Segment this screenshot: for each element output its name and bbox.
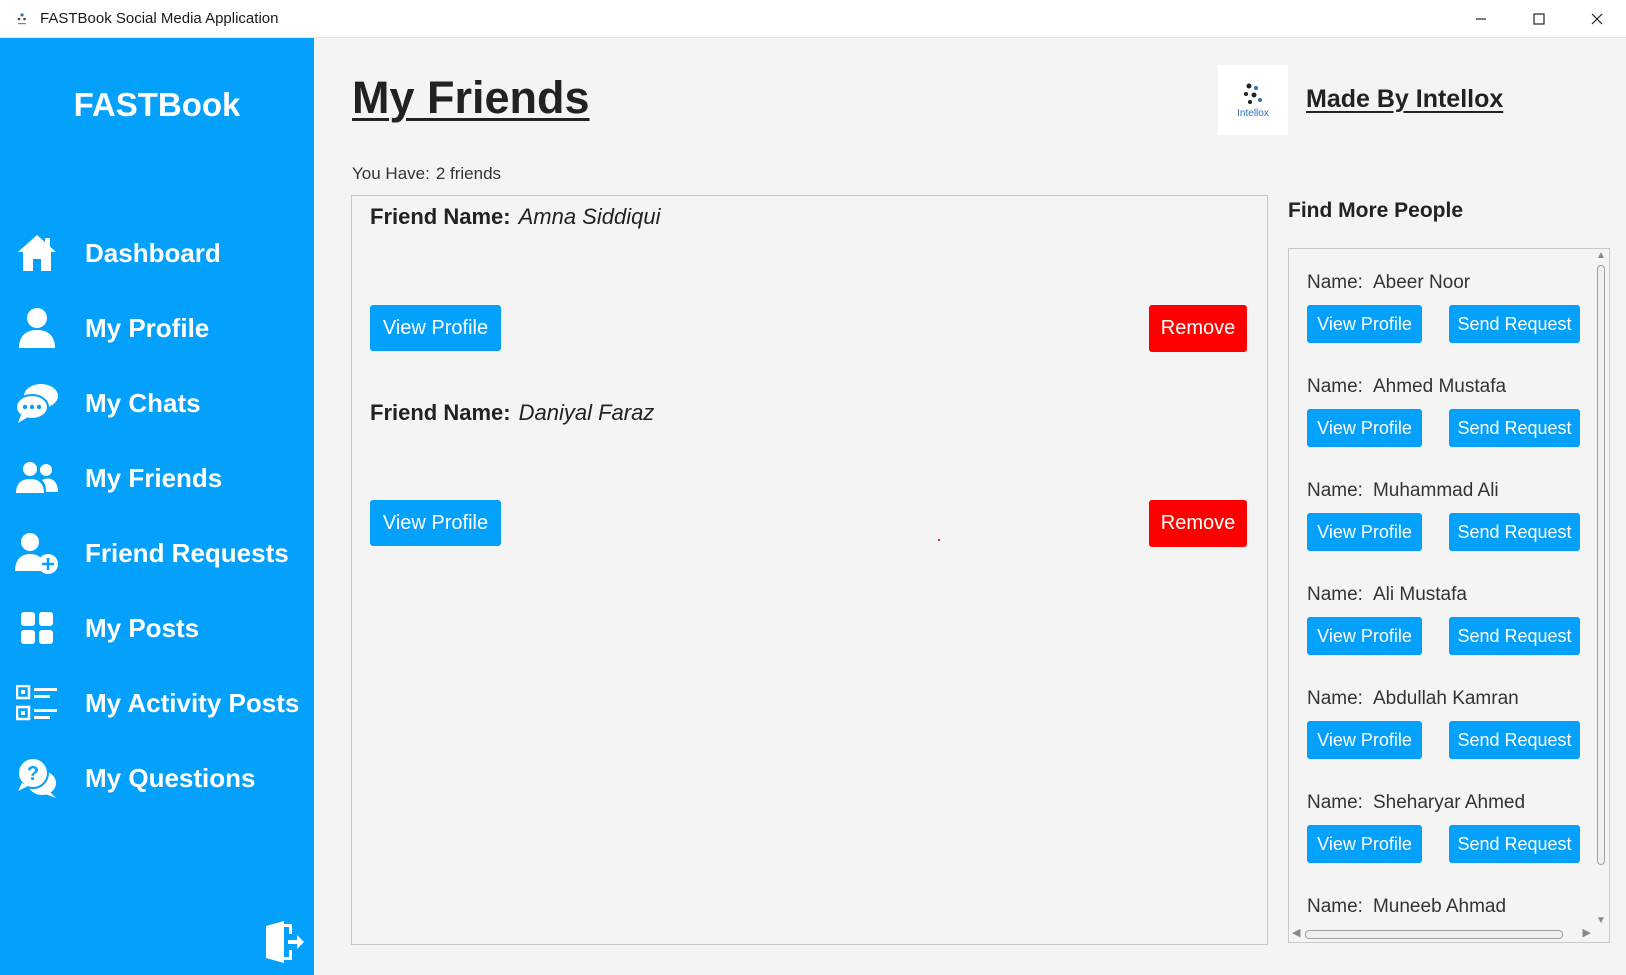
- view-profile-button[interactable]: View Profile: [370, 500, 501, 546]
- send-request-button[interactable]: Send Request: [1449, 825, 1580, 863]
- send-request-button[interactable]: Send Request: [1449, 409, 1580, 447]
- person-name-label: Name:: [1307, 480, 1363, 501]
- person-card: Name: Abeer Noor View Profile Send Reques…: [1307, 272, 1580, 343]
- minimize-button[interactable]: [1452, 0, 1510, 38]
- sidebar-item-label: Dashboard: [85, 237, 221, 268]
- send-request-button[interactable]: Send Request: [1449, 721, 1580, 759]
- person-name-value: Sheharyar Ahmed: [1372, 792, 1526, 813]
- grid-icon: [14, 605, 60, 651]
- sidebar-item-my-activity-posts[interactable]: My Activity Posts: [14, 675, 304, 731]
- person-name-value: Abeer Noor: [1372, 272, 1471, 293]
- window-title: FASTBook Social Media Application: [40, 10, 279, 27]
- person-name-label: Name:: [1307, 688, 1363, 709]
- sidebar-item-dashboard[interactable]: Dashboard: [14, 225, 304, 281]
- app-icon: [16, 12, 28, 26]
- view-profile-button[interactable]: View Profile: [1307, 617, 1422, 655]
- view-profile-button[interactable]: View Profile: [370, 305, 501, 351]
- remove-friend-button[interactable]: Remove: [1149, 500, 1247, 547]
- friends-count: You Have: 2 friends: [352, 164, 507, 184]
- chat-icon: [14, 380, 60, 426]
- question-chat-icon: ?: [14, 755, 60, 801]
- friend-name-row: Friend Name: Amna Siddiqui: [370, 204, 1250, 230]
- friend-name-label: Friend Name:: [370, 400, 511, 425]
- scroll-up-icon[interactable]: ▲: [1596, 250, 1606, 261]
- sidebar-item-my-profile[interactable]: My Profile: [14, 300, 304, 356]
- logo-text: Intellox: [1237, 107, 1269, 119]
- sidebar-item-label: My Friends: [85, 462, 223, 493]
- sidebar-item-my-questions[interactable]: ? My Questions: [14, 750, 304, 806]
- person-name-label: Name:: [1307, 272, 1363, 293]
- scroll-left-icon[interactable]: ◀: [1292, 926, 1300, 939]
- view-profile-button[interactable]: View Profile: [1307, 305, 1422, 343]
- logout-icon[interactable]: [264, 920, 306, 966]
- person-name-label: Name:: [1307, 584, 1363, 605]
- scrollbar-thumb[interactable]: [1597, 265, 1605, 865]
- sidebar-item-friend-requests[interactable]: Friend Requests: [14, 525, 304, 581]
- send-request-button[interactable]: Send Request: [1449, 305, 1580, 343]
- person-name-value: Muhammad Ali: [1372, 480, 1499, 501]
- person-card: Name: Muhammad Ali View Profile Send Requ…: [1307, 480, 1580, 551]
- made-by-link[interactable]: Made By Intellox: [1306, 85, 1503, 114]
- cursor-dot: [938, 539, 940, 541]
- sidebar-item-label: My Posts: [85, 612, 200, 643]
- friend-card: Friend Name: Daniyal Faraz View Profile R…: [370, 400, 1250, 547]
- logo-mark-icon: [1244, 83, 1262, 104]
- person-name-value: Abdullah Kamran: [1372, 688, 1519, 709]
- view-profile-button[interactable]: View Profile: [1307, 513, 1422, 551]
- friends-list-panel: Friend Name: Amna Siddiqui View Profile R…: [351, 195, 1268, 945]
- sidebar: FASTBook Dashboard My Profile My Chats M…: [0, 38, 314, 975]
- sidebar-item-my-posts[interactable]: My Posts: [14, 600, 304, 656]
- list-icon: [14, 680, 60, 726]
- sidebar-item-my-friends[interactable]: My Friends: [14, 450, 304, 506]
- friend-name-value: Daniyal Faraz: [518, 400, 655, 425]
- sidebar-item-my-chats[interactable]: My Chats: [14, 375, 304, 431]
- person-name-value: Ali Mustafa: [1372, 584, 1467, 605]
- view-profile-button[interactable]: View Profile: [1307, 409, 1422, 447]
- scrollbar-thumb[interactable]: [1305, 930, 1563, 939]
- friend-card: Friend Name: Amna Siddiqui View Profile R…: [370, 204, 1250, 352]
- person-name-value: Muneeb Ahmad: [1372, 896, 1507, 917]
- friend-name-row: Friend Name: Daniyal Faraz: [370, 400, 1250, 426]
- friend-name-label: Friend Name:: [370, 204, 511, 229]
- person-name-value: Ahmed Mustafa: [1372, 376, 1507, 397]
- user-icon: [14, 305, 60, 351]
- sidebar-item-label: My Chats: [85, 387, 201, 418]
- home-icon: [14, 230, 60, 276]
- intellox-logo: Intellox: [1218, 65, 1288, 135]
- person-card: Name: Muneeb Ahmad: [1307, 896, 1577, 918]
- scroll-down-icon[interactable]: ▼: [1596, 915, 1606, 926]
- send-request-button[interactable]: Send Request: [1449, 617, 1580, 655]
- friends-icon: [14, 455, 60, 501]
- brand-title: FASTBook: [73, 86, 241, 123]
- friends-count-label: You Have:: [352, 164, 430, 183]
- vertical-scrollbar[interactable]: ▲ ▼: [1592, 249, 1609, 927]
- person-card: Name: Ali Mustafa View Profile Send Reque…: [1307, 584, 1580, 655]
- sidebar-item-label: My Activity Posts: [85, 687, 300, 718]
- send-request-button[interactable]: Send Request: [1449, 513, 1580, 551]
- maximize-button[interactable]: [1510, 0, 1568, 38]
- title-bar: FASTBook Social Media Application: [0, 0, 1626, 38]
- person-card: Name: Ahmed Mustafa View Profile Send Req…: [1307, 376, 1580, 447]
- page-title: My Friends: [352, 72, 590, 123]
- person-card: Name: Sheharyar Ahmed View Profile Send R…: [1307, 792, 1580, 863]
- friends-count-value: 2 friends: [435, 164, 502, 183]
- close-button[interactable]: [1568, 0, 1626, 38]
- svg-text:?: ?: [27, 763, 39, 785]
- add-user-icon: [14, 530, 60, 576]
- friend-name-value: Amna Siddiqui: [518, 204, 661, 229]
- find-people-panel: Name: Abeer Noor View Profile Send Reques…: [1288, 248, 1610, 943]
- person-name-label: Name:: [1307, 896, 1363, 917]
- sidebar-item-label: My Profile: [85, 312, 210, 343]
- person-card: Name: Abdullah Kamran View Profile Send R…: [1307, 688, 1580, 759]
- person-name-label: Name:: [1307, 792, 1363, 813]
- sidebar-item-label: My Questions: [85, 762, 256, 793]
- find-people-title: Find More People: [1288, 199, 1464, 222]
- view-profile-button[interactable]: View Profile: [1307, 825, 1422, 863]
- horizontal-scrollbar[interactable]: ◀ ▶: [1289, 925, 1594, 942]
- view-profile-button[interactable]: View Profile: [1307, 721, 1422, 759]
- scroll-right-icon[interactable]: ▶: [1583, 926, 1591, 939]
- person-name-label: Name:: [1307, 376, 1363, 397]
- remove-friend-button[interactable]: Remove: [1149, 305, 1247, 352]
- sidebar-item-label: Friend Requests: [85, 537, 289, 568]
